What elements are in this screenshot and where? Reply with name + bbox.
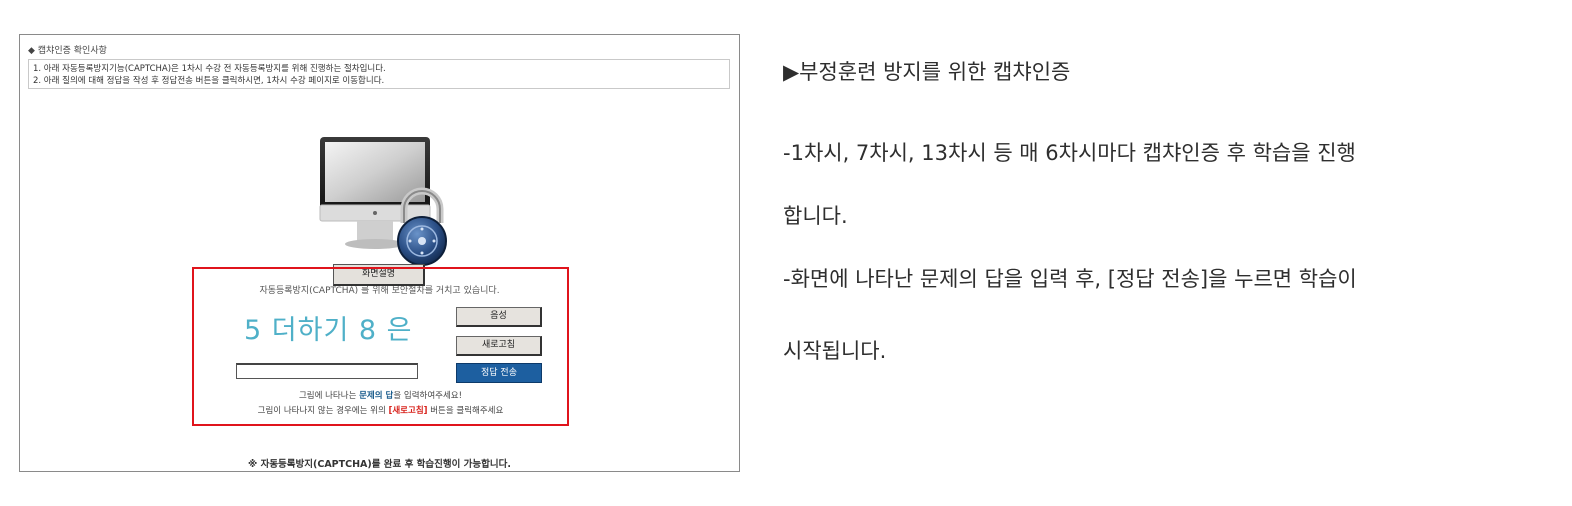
description-heading: ▶부정훈련 방지를 위한 캡챠인증	[783, 60, 1071, 84]
audio-button[interactable]: 음성	[456, 307, 542, 327]
captcha-box: 5 더하기 8 은 음성 새로고침 정답 전송 그림에 나타나는 문제의 답을 …	[192, 267, 569, 426]
refresh-button[interactable]: 새로고침	[456, 336, 542, 356]
instruction-2-tail: 버튼을 클릭해주세요	[427, 406, 504, 416]
instruction-2-text: 그림이 나타나지 않는 경우에는 위의	[257, 406, 389, 416]
footer-note: ※ 자동등록방지(CAPTCHA)를 완료 후 학습진행이 가능합니다.	[248, 459, 511, 470]
captcha-screenshot: ◆ 캡챠인증 확인사항 1. 아래 자동등록방지기능(CAPTCHA)은 1차시…	[19, 34, 740, 472]
description-line-4: 시작됩니다.	[783, 339, 887, 363]
captcha-question: 5 더하기 8 은	[244, 315, 413, 346]
description-line-2: 합니다.	[783, 204, 848, 228]
instruction-1-tail: 을 입력하여주세요!	[393, 391, 463, 401]
instruction-1-highlight: 문제의 답	[359, 391, 394, 401]
monitor-icon	[319, 137, 447, 266]
notice-box: 1. 아래 자동등록방지기능(CAPTCHA)은 1차시 수강 전 자동등록방지…	[28, 59, 730, 89]
description-line-3: -화면에 나타난 문제의 답을 입력 후, [정답 전송]을 누르면 학습이	[783, 267, 1357, 291]
instruction-1-text: 그림에 나타나는	[298, 391, 360, 401]
instruction-2-highlight: [새로고침]	[388, 406, 428, 416]
instruction-line-1: 그림에 나타나는 문제의 답을 입력하여주세요!	[194, 389, 567, 401]
notice-line-1: 1. 아래 자동등록방지기능(CAPTCHA)은 1차시 수강 전 자동등록방지…	[33, 64, 386, 74]
captcha-answer-input[interactable]	[236, 363, 418, 379]
section-title: ◆ 캡챠인증 확인사항	[28, 46, 107, 56]
notice-line-2: 2. 아래 질의에 대해 정답을 작성 후 정답전송 버튼을 클릭하시면, 1차…	[33, 76, 385, 86]
instruction-line-2: 그림이 나타나지 않는 경우에는 위의 [새로고침] 버튼을 클릭해주세요	[194, 404, 567, 416]
description-line-1: -1차시, 7차시, 13차시 등 매 6차시마다 캡챠인증 후 학습을 진행	[783, 141, 1356, 165]
monitor-lock-illustration	[302, 131, 460, 271]
submit-answer-button[interactable]: 정답 전송	[456, 363, 542, 383]
